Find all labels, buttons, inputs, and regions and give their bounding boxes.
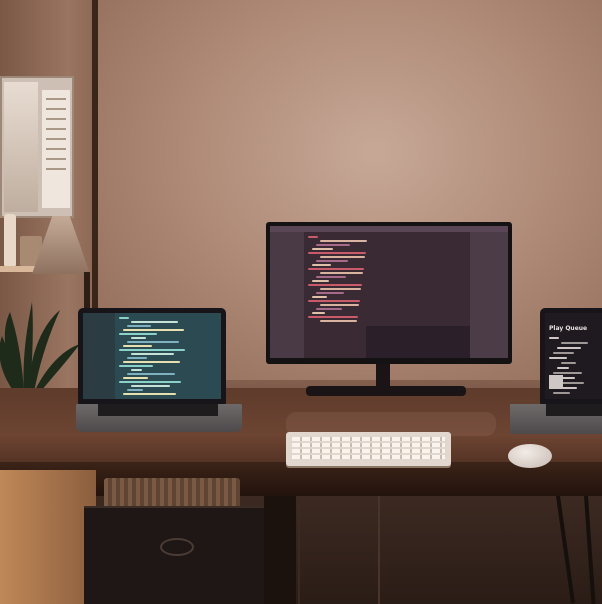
code-line <box>557 347 581 349</box>
code-line <box>557 367 569 369</box>
left-laptop-screen-code-editor <box>83 313 221 399</box>
code-line <box>123 345 152 347</box>
code-line <box>131 353 174 355</box>
code-line <box>553 372 582 374</box>
code-line <box>316 292 344 294</box>
code-line <box>127 357 147 359</box>
wall-mirror-pane <box>4 82 38 212</box>
code-line <box>119 381 181 383</box>
right-laptop-keyboard <box>546 404 602 416</box>
code-line <box>320 240 367 242</box>
code-line <box>131 321 178 323</box>
code-line <box>320 272 363 274</box>
desk-setup-scene: Play Queue <box>0 0 602 604</box>
left-laptop-keyboard <box>98 404 218 416</box>
code-line <box>316 276 346 278</box>
code-line <box>308 300 360 302</box>
code-line <box>549 337 559 339</box>
code-line <box>308 252 366 254</box>
code-line <box>131 337 146 339</box>
code-line <box>131 369 142 371</box>
code-line <box>308 268 364 270</box>
desk-leg <box>264 496 296 604</box>
code-line <box>561 382 584 384</box>
monitor-screen-code-editor <box>270 226 508 358</box>
power-cable <box>378 496 380 604</box>
code-line <box>320 256 365 258</box>
code-line <box>123 377 148 379</box>
code-line <box>123 329 184 331</box>
code-line <box>320 320 357 322</box>
code-line <box>320 288 361 290</box>
code-line <box>308 284 362 286</box>
code-line <box>312 280 329 282</box>
album-art-thumbnail <box>549 375 563 389</box>
code-line <box>127 341 179 343</box>
left-laptop-file-tree <box>83 313 115 399</box>
code-line <box>308 236 318 238</box>
code-line <box>123 393 176 395</box>
code-line <box>553 352 574 354</box>
editor-console-panel <box>366 326 470 358</box>
code-line <box>549 357 567 359</box>
lamp-glow-floor <box>0 470 96 604</box>
monitor-stand-base <box>306 386 466 396</box>
code-line <box>312 296 327 298</box>
play-queue-title: Play Queue <box>549 325 588 332</box>
potted-plant <box>0 302 80 392</box>
shelf-bottle <box>4 214 16 266</box>
code-line <box>123 361 180 363</box>
code-line <box>119 365 153 367</box>
right-laptop-screen-music-app: Play Queue <box>545 313 602 399</box>
editor-inspector-panel <box>470 232 508 358</box>
power-cable <box>298 496 300 604</box>
pinned-notes <box>42 90 70 208</box>
code-line <box>312 264 331 266</box>
code-line <box>320 304 359 306</box>
code-line <box>316 244 350 246</box>
code-line <box>561 342 588 344</box>
code-line <box>131 385 170 387</box>
wireless-mouse <box>508 444 552 468</box>
cabinet-logo <box>160 538 194 556</box>
code-line <box>316 308 342 310</box>
code-line <box>553 392 570 394</box>
code-line <box>316 260 348 262</box>
code-line <box>312 312 325 314</box>
code-line <box>308 316 358 318</box>
code-line <box>127 325 151 327</box>
wireless-keyboard <box>286 432 451 466</box>
editor-sidebar <box>270 232 304 358</box>
code-line <box>312 248 333 250</box>
desk-lamp-arm <box>84 272 90 312</box>
code-line <box>119 349 185 351</box>
code-line <box>127 373 175 375</box>
code-line <box>119 317 129 319</box>
code-line <box>119 333 157 335</box>
code-line <box>127 389 143 391</box>
code-line <box>561 362 576 364</box>
